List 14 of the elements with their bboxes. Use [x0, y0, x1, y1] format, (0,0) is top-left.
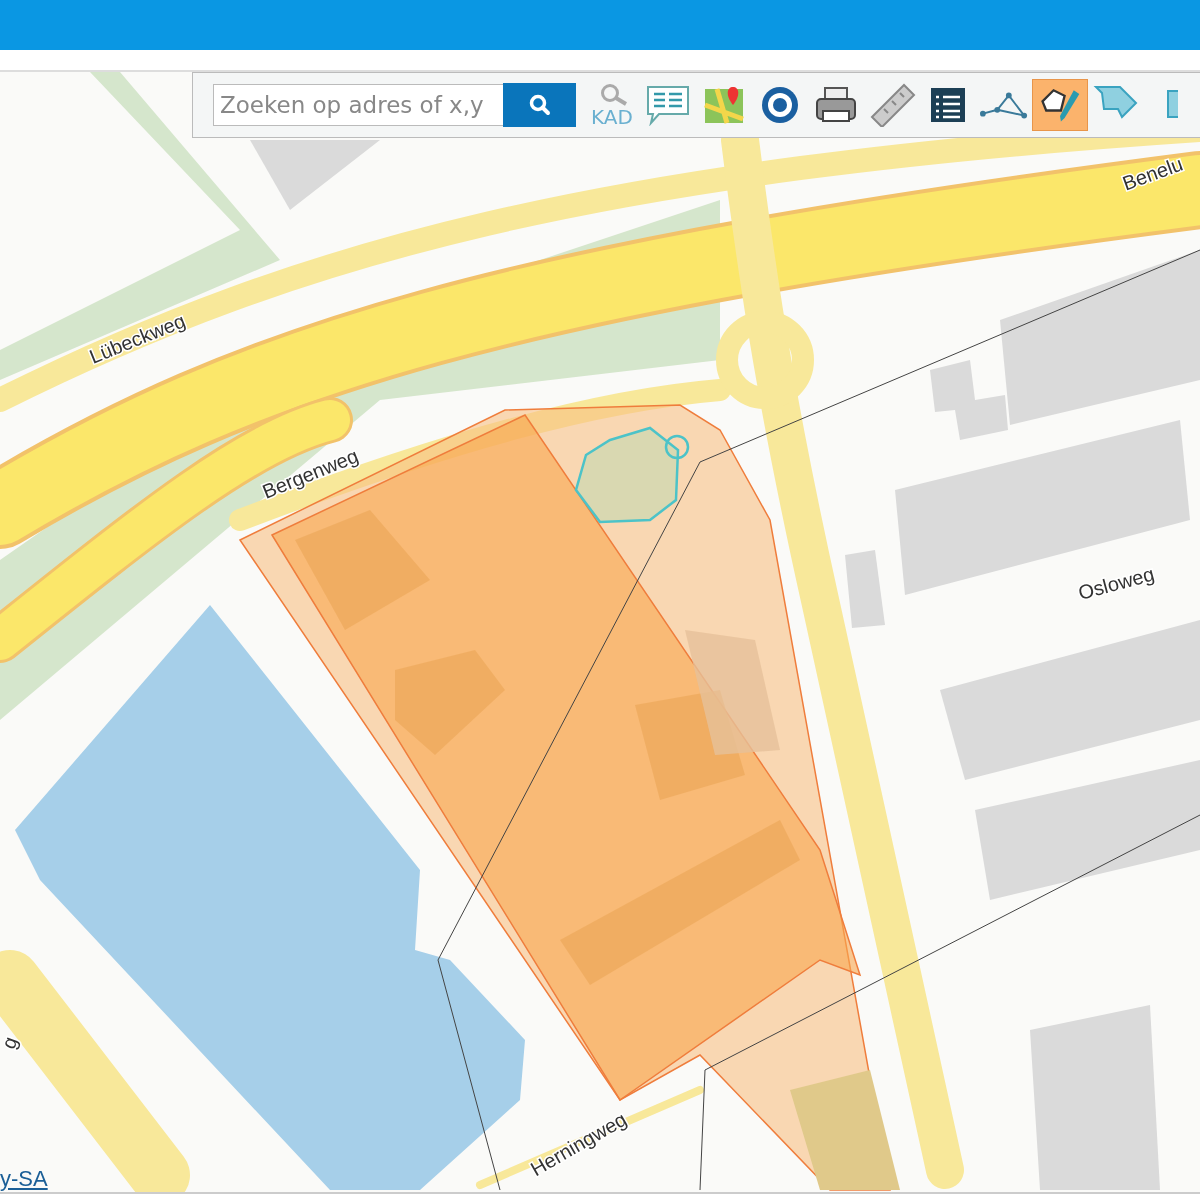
printer-icon — [814, 85, 858, 125]
street-label: Osloweg — [1075, 562, 1157, 604]
list-icon — [929, 86, 967, 124]
street-label: g — [0, 1033, 22, 1052]
search-field[interactable]: Zoeken op adres of x,y — [213, 84, 503, 126]
tool-button[interactable] — [1032, 79, 1088, 131]
search-button[interactable] — [503, 83, 576, 127]
target-icon — [759, 84, 801, 126]
attribution-link[interactable]: y-SA — [0, 1166, 48, 1192]
speech-bubble-icon — [645, 84, 691, 126]
polyline-icon — [980, 90, 1028, 120]
map-pin-icon — [703, 85, 745, 125]
ruler-icon — [868, 83, 916, 127]
street-label: Benelu — [1119, 152, 1186, 195]
